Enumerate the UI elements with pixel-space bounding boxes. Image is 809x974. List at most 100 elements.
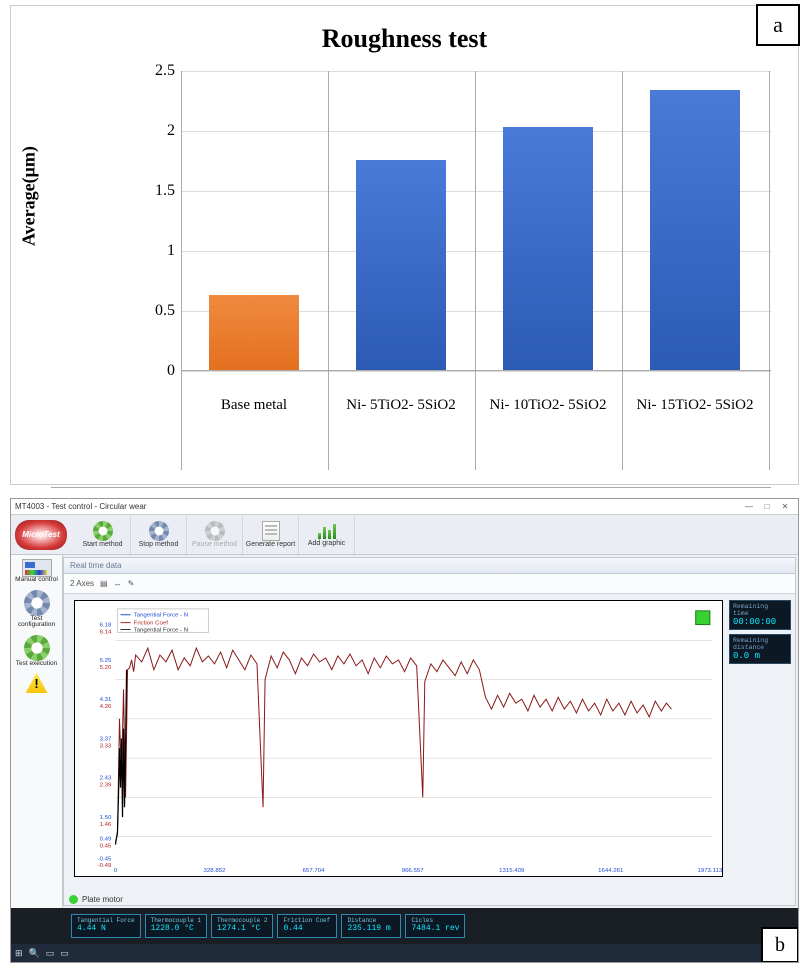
window-title-bar: MT4003 - Test control - Circular wear — …	[11, 499, 798, 515]
svg-text:-0.49: -0.49	[98, 863, 112, 869]
toolbar-label: Stop method	[139, 541, 179, 548]
chip-value: 0.44	[283, 925, 331, 934]
toolbar-label: Start method	[82, 541, 122, 548]
remaining-distance-chip: Remaining distance 0.0 m	[729, 634, 791, 664]
bar-chart-icon	[317, 522, 337, 540]
remaining-time-chip: Remaining time 00:00:00	[729, 600, 791, 630]
gear-stop-icon	[149, 521, 169, 541]
plate-motor-indicator: Plate motor	[69, 895, 123, 904]
chip-value: 00:00:00	[733, 617, 776, 627]
ytick: 2.5	[139, 62, 175, 80]
tangential-force-chip: Tangential Force 4.44 N	[71, 914, 141, 937]
svg-text:2.39: 2.39	[100, 783, 112, 789]
chip-value: 1274.1 °C	[217, 925, 267, 934]
svg-text:3.33: 3.33	[100, 743, 112, 749]
distance-chip: Distance 235.119 m	[341, 914, 401, 937]
svg-text:Tangential Force - N: Tangential Force - N	[134, 613, 189, 619]
svg-text:0: 0	[114, 868, 118, 874]
warning-indicator[interactable]: !	[14, 673, 60, 693]
svg-text:6.14: 6.14	[100, 629, 112, 635]
search-button[interactable]: 🔍	[29, 948, 40, 959]
bar-chart: 0 0.5 1 1.5 2 2.5 Base metal Ni- 5Ti	[141, 61, 781, 401]
test-execution-button[interactable]: Test execution	[14, 635, 60, 668]
svg-text:3.37: 3.37	[100, 737, 112, 743]
toolbar-label: Generate report	[246, 541, 295, 548]
generate-report-button[interactable]: Generate report	[243, 516, 299, 554]
stop-method-button[interactable]: Stop method	[131, 516, 187, 554]
manual-control-icon	[22, 559, 52, 577]
line-chart: 6.185.25 4.313.37 2.431.50 0.49-0.45 6.1…	[74, 600, 723, 877]
plot-area: 0 0.5 1 1.5 2 2.5 Base metal Ni- 5Ti	[181, 71, 771, 371]
manual-control-button[interactable]: Manual control	[14, 559, 60, 584]
chip-value: 235.119 m	[347, 925, 395, 934]
test-configuration-button[interactable]: Test configuration	[14, 590, 60, 629]
data-table: Average(μm) 0.624 1.754 2.025 2.33	[181, 371, 771, 431]
svg-text:0.49: 0.49	[100, 837, 112, 843]
bar-ni10tio2	[503, 127, 593, 370]
maximize-button[interactable]: □	[758, 502, 776, 511]
svg-text:1.46: 1.46	[100, 822, 112, 828]
sidebar-label: Test configuration	[14, 616, 60, 629]
svg-text:5.20: 5.20	[100, 665, 112, 671]
svg-text:657.704: 657.704	[303, 868, 326, 874]
svg-text:1.50: 1.50	[100, 815, 112, 821]
status-readouts: Remaining time 00:00:00 Remaining distan…	[729, 600, 791, 668]
toolbar-icon[interactable]: ✎	[128, 579, 135, 588]
svg-text:-0.45: -0.45	[98, 856, 112, 862]
panel-a-bar-chart: a Roughness test Average(μm) 0 0.5 1 1.5…	[10, 5, 799, 485]
gear-icon	[24, 590, 50, 616]
taskbar-app[interactable]: ▭	[60, 948, 69, 959]
chip-label: Remaining time	[733, 603, 787, 617]
svg-text:966.557: 966.557	[402, 868, 425, 874]
toolbar-label: Add graphic	[308, 540, 345, 547]
taskbar-app[interactable]: ▭	[46, 948, 55, 959]
toolbar-label: Pause method	[192, 541, 237, 548]
chip-label: Remaining distance	[733, 637, 787, 651]
add-graphic-button[interactable]: Add graphic	[299, 516, 355, 554]
report-icon	[262, 521, 280, 541]
chart-title: Roughness test	[11, 24, 798, 54]
app-logo: MicroTest	[15, 520, 67, 550]
ytick: 0.5	[139, 302, 175, 320]
windows-taskbar: ⊞ 🔍 ▭ ▭ ^ ENG	[11, 944, 798, 962]
toolbar-icon[interactable]: ▤	[100, 579, 108, 588]
svg-text:2.43: 2.43	[100, 776, 112, 782]
sidebar-label: Test execution	[16, 661, 58, 668]
gear-play-icon	[24, 635, 50, 661]
plot-panel-header: Real time data	[64, 558, 795, 574]
chip-value: 4.44 N	[77, 925, 135, 934]
start-menu-button[interactable]: ⊞	[15, 948, 23, 959]
axes-label: 2 Axes	[70, 579, 94, 588]
bottom-readout-bar: Tangential Force 4.44 N Thermocouple 1 1…	[11, 908, 798, 944]
window-title: MT4003 - Test control - Circular wear	[15, 502, 146, 511]
bar-base-metal	[209, 295, 299, 370]
bar-ni15tio2	[650, 90, 740, 370]
toolbar-icon[interactable]: ↔	[114, 579, 122, 588]
gear-pause-icon	[205, 521, 225, 541]
main-toolbar: MicroTest Start method Stop method Pause…	[11, 515, 798, 555]
bar-ni5tio2	[356, 160, 446, 371]
start-method-button[interactable]: Start method	[75, 516, 131, 554]
ytick: 1.5	[139, 182, 175, 200]
warning-icon: !	[26, 673, 48, 693]
svg-text:0.45: 0.45	[100, 844, 112, 850]
svg-text:4.26: 4.26	[100, 704, 112, 710]
svg-text:6.18: 6.18	[100, 623, 112, 629]
chip-value: 0.0 m	[733, 651, 760, 661]
svg-text:Friction Coef: Friction Coef	[134, 621, 169, 627]
close-button[interactable]: ✕	[776, 502, 794, 511]
svg-text:328.852: 328.852	[204, 868, 227, 874]
chip-value: 1228.0 °C	[151, 925, 201, 934]
thermocouple2-chip: Thermocouple 2 1274.1 °C	[211, 914, 273, 937]
ytick: 1	[139, 242, 175, 260]
panel-b-label: b	[761, 927, 799, 963]
left-sidebar: Manual control Test configuration Test e…	[11, 555, 63, 908]
chart-ylabel: Average(μm)	[19, 146, 40, 246]
plot-toolbar: 2 Axes ▤ ↔ ✎	[64, 574, 795, 594]
minimize-button[interactable]: —	[740, 502, 758, 511]
ytick: 2	[139, 122, 175, 140]
pause-method-button[interactable]: Pause method	[187, 516, 243, 554]
status-dot-green	[69, 895, 78, 904]
svg-text:4.31: 4.31	[100, 697, 112, 703]
plot-panel: Real time data 2 Axes ▤ ↔ ✎	[63, 557, 796, 906]
